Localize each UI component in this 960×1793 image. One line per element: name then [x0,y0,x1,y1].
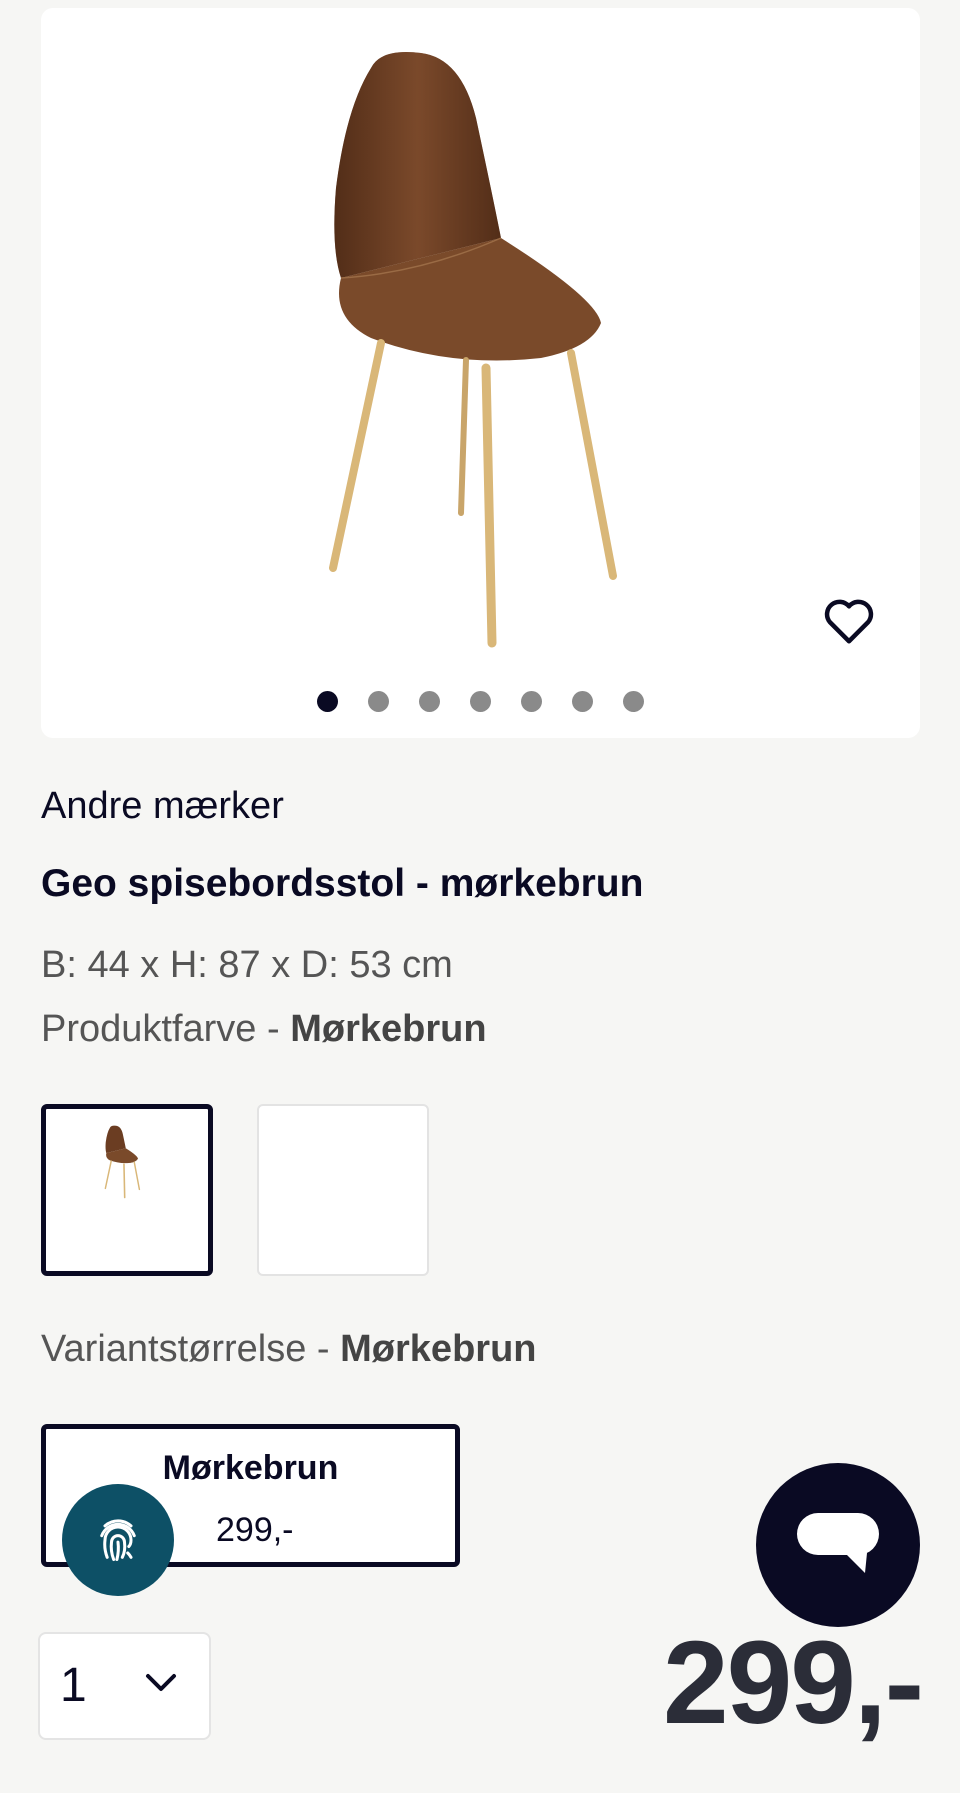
product-color-label: Produktfarve - [41,1008,291,1050]
chat-button[interactable] [756,1463,920,1627]
heart-outline-icon [824,599,874,644]
carousel-dot[interactable] [317,691,338,712]
brand-link[interactable]: Andre mærker [41,785,284,828]
carousel-dot[interactable] [419,691,440,712]
quantity-select[interactable]: 1 [38,1632,211,1740]
color-swatch[interactable] [257,1104,429,1276]
variant-option-price: 299,- [216,1511,294,1549]
carousel-dot[interactable] [368,691,389,712]
carousel-dot[interactable] [572,691,593,712]
variant-option-name: Mørkebrun [162,1449,339,1487]
product-image [329,52,617,648]
color-swatch-selected[interactable] [41,1104,213,1276]
chat-bubble-icon [797,1513,879,1573]
carousel-pagination [41,691,920,712]
favorite-button[interactable] [821,593,877,649]
variant-size-label: Variantstørrelse - [41,1328,341,1370]
quantity-value: 1 [60,1659,87,1712]
carousel-dot[interactable] [521,691,542,712]
chevron-down-icon [146,1674,176,1691]
variant-size-value: Mørkebrun [340,1328,537,1370]
swatch-chair-image [104,1125,141,1199]
carousel-dot[interactable] [623,691,644,712]
product-color: Produktfarve - Mørkebrun [41,1008,487,1051]
variant-size: Variantstørrelse - Mørkebrun [41,1328,537,1371]
product-price: 299,- [663,1617,924,1749]
product-color-value: Mørkebrun [290,1008,487,1050]
product-title: Geo spisebordsstol - mørkebrun [41,862,644,905]
fingerprint-icon [100,1519,136,1562]
product-image-gallery[interactable] [41,8,920,738]
fingerprint-button[interactable] [62,1484,174,1596]
carousel-dot[interactable] [470,691,491,712]
product-dimensions: B: 44 x H: 87 x D: 53 cm [41,944,453,986]
